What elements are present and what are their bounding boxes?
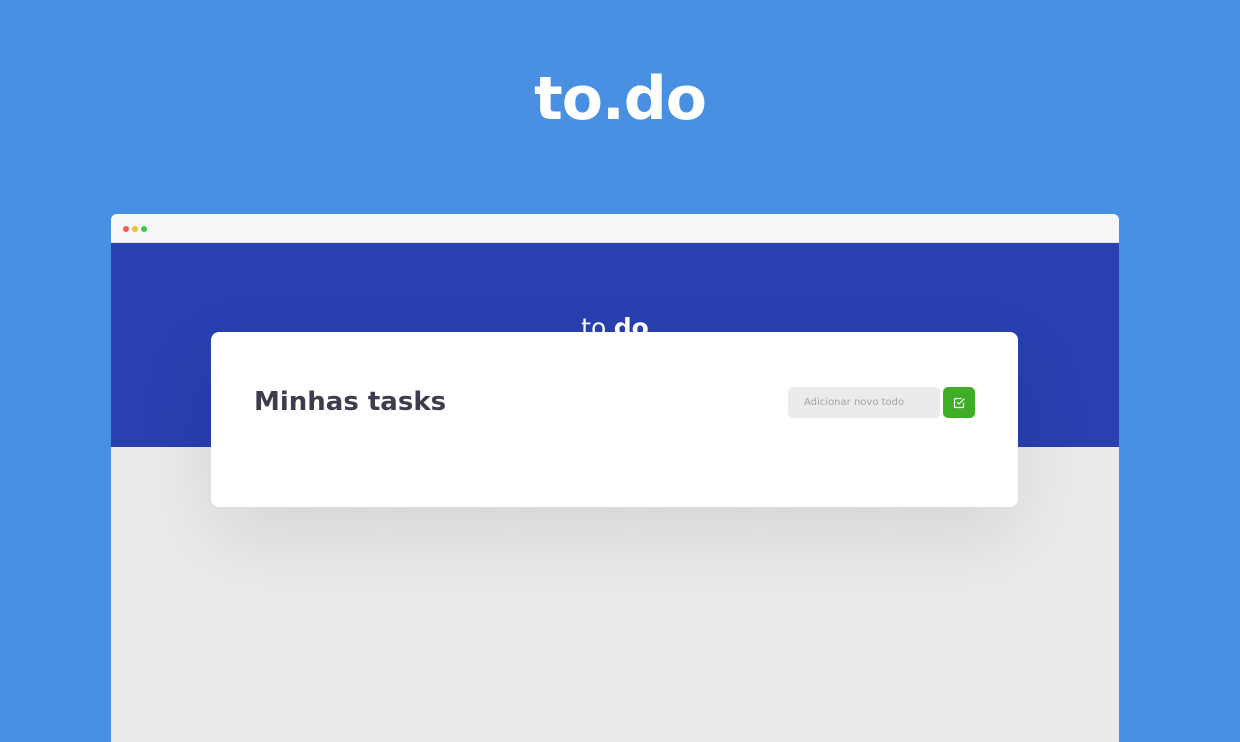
browser-titlebar xyxy=(111,214,1119,243)
window-maximize-dot[interactable] xyxy=(141,226,147,232)
window-minimize-dot[interactable] xyxy=(132,226,138,232)
browser-window: to.do Minhas tasks xyxy=(111,214,1119,742)
window-close-dot[interactable] xyxy=(123,226,129,232)
checkbox-icon xyxy=(953,397,965,408)
new-todo-input[interactable] xyxy=(788,387,940,418)
add-todo-button[interactable] xyxy=(943,387,975,418)
page-title: Minhas tasks xyxy=(254,387,447,417)
tasks-card: Minhas tasks xyxy=(211,332,1018,507)
hero-title: to.do xyxy=(534,64,707,134)
